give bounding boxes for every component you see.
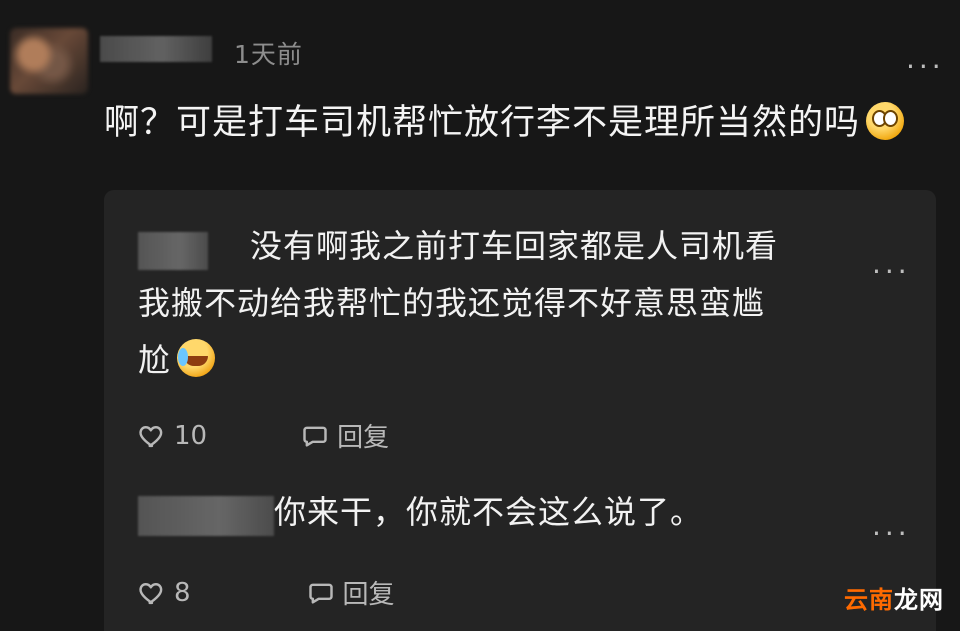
more-options-icon[interactable]: ... bbox=[906, 45, 945, 73]
heart-icon bbox=[138, 422, 166, 450]
watermark: 云南龙网 bbox=[844, 580, 944, 615]
reply-text-2-content: 你来干，你就不会这么说了。 bbox=[274, 493, 704, 531]
comment-text: 啊？可是打车司机帮忙放行李不是理所当然的吗 bbox=[104, 102, 905, 146]
reply-more-options-icon[interactable]: ... bbox=[872, 250, 911, 278]
shocked-face-icon bbox=[866, 102, 905, 140]
reply-panel: 没有啊我之前打车回家都是人司机看 我搬不动给我帮忙的我还觉得不好意思蛮尴 尬 .… bbox=[104, 190, 936, 631]
reply-text-line-1: 没有啊我之前打车回家都是人司机看 bbox=[250, 227, 779, 265]
reply-button-2[interactable]: 回复 bbox=[307, 574, 395, 611]
reply-label: 回复 bbox=[337, 423, 390, 453]
comment-bubble-icon bbox=[301, 422, 329, 450]
reply-button[interactable]: 回复 bbox=[301, 417, 389, 454]
reply-actions-row-2: 8 回复 bbox=[138, 574, 395, 611]
blurred-avatar bbox=[10, 28, 88, 94]
like-button-2[interactable]: 8 bbox=[138, 578, 191, 608]
watermark-part-2: 龙网 bbox=[894, 586, 944, 614]
reply-text-1: 没有啊我之前打车回家都是人司机看 我搬不动给我帮忙的我还觉得不好意思蛮尴 尬 bbox=[138, 218, 778, 389]
watermark-part-1: 云南 bbox=[844, 586, 894, 614]
comment-text-content: 啊？可是打车司机帮忙放行李不是理所当然的吗 bbox=[104, 103, 861, 143]
heart-icon bbox=[138, 579, 166, 607]
reply-2-more-options-icon[interactable]: ... bbox=[872, 512, 911, 540]
like-count: 10 bbox=[174, 420, 208, 451]
reply-text-line-2: 我搬不动给我帮忙的我还觉得不好意思蛮尴 bbox=[138, 283, 766, 322]
laughing-crying-face-icon bbox=[177, 338, 216, 377]
reply-text-line-3: 尬 bbox=[138, 332, 778, 389]
blurred-username bbox=[100, 36, 212, 62]
like-count-2: 8 bbox=[174, 577, 191, 608]
like-button[interactable]: 10 bbox=[138, 421, 207, 451]
reply-label-2: 回复 bbox=[342, 580, 395, 610]
comment-thread-screenshot: 1天前 ... 啊？可是打车司机帮忙放行李不是理所当然的吗 没有啊我之前打车回家… bbox=[0, 0, 960, 631]
reply-text-line-3-content: 尬 bbox=[138, 340, 172, 379]
reply-actions-row-1: 10 回复 bbox=[138, 417, 389, 454]
comment-bubble-icon bbox=[307, 579, 335, 607]
blurred-reply-username-2 bbox=[138, 496, 274, 536]
comment-timestamp: 1天前 bbox=[234, 40, 303, 69]
reply-text-2: 你来干，你就不会这么说了。 bbox=[274, 492, 703, 532]
